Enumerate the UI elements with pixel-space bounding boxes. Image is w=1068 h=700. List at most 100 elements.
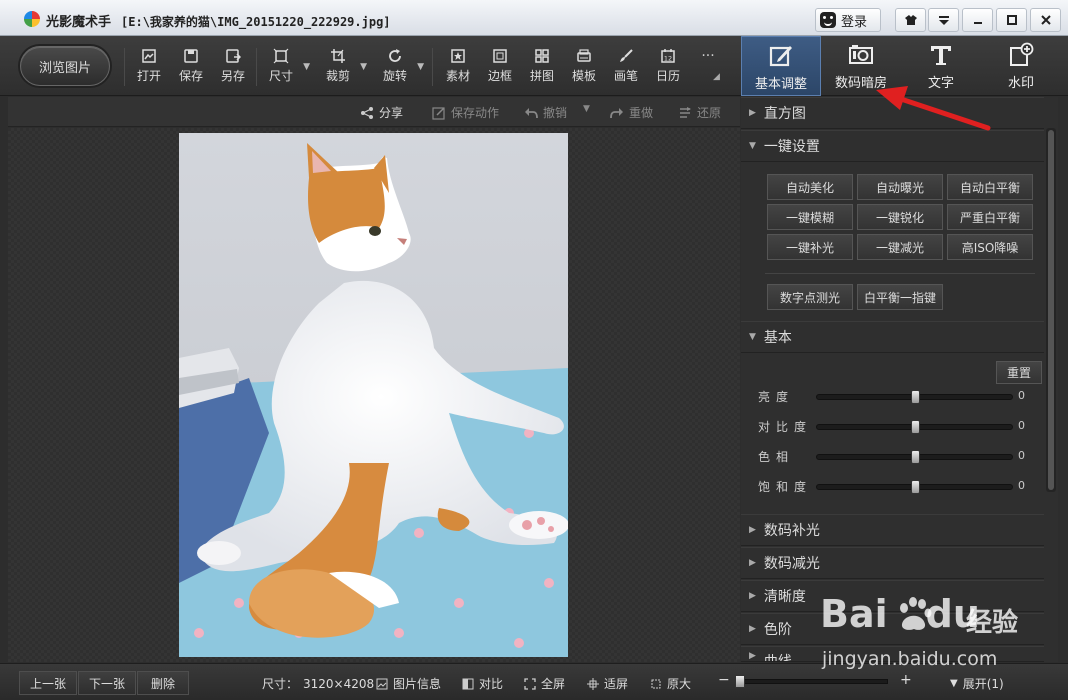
save-button[interactable]: 保存	[174, 46, 208, 90]
login-button[interactable]: 登录	[815, 8, 881, 32]
white-balance-picker-button[interactable]: 白平衡一指键	[857, 284, 943, 310]
undo-icon	[525, 107, 538, 118]
undo-dropdown-icon[interactable]: ▼	[583, 104, 590, 114]
zoom-slider[interactable]	[735, 675, 888, 688]
watermark-jingyan: 经验	[966, 608, 1019, 638]
fit-screen-label: 适屏	[604, 677, 629, 691]
redo-button[interactable]: 重做	[610, 104, 653, 121]
tab-watermark-label: 水印	[1007, 76, 1034, 91]
undo-label: 撤销	[543, 106, 568, 120]
auto-white-balance-button[interactable]: 自动白平衡	[947, 174, 1033, 200]
compare-label: 对比	[479, 677, 504, 691]
auto-exposure-button[interactable]: 自动曝光	[857, 174, 943, 200]
saturation-slider[interactable]	[816, 480, 1013, 494]
crop-button[interactable]: 裁剪 ▼	[321, 46, 367, 90]
calendar-button[interactable]: 12 日历	[651, 46, 685, 90]
close-button[interactable]	[1030, 8, 1061, 32]
save-as-button[interactable]: 另存	[216, 46, 250, 90]
watermark-url: jingyan.baidu.com	[822, 648, 998, 670]
compare-button[interactable]: 对比	[462, 675, 503, 692]
image-info-icon	[376, 678, 388, 689]
save-icon	[184, 49, 198, 63]
template-button[interactable]: 模板	[567, 46, 601, 90]
brightness-slider[interactable]	[816, 390, 1013, 404]
collage-label: 拼图	[529, 69, 554, 83]
reset-button[interactable]: 重置	[996, 361, 1042, 384]
skin-button[interactable]	[895, 8, 926, 32]
section-basic[interactable]: ▼ 基本	[741, 321, 1044, 353]
rotate-button[interactable]: 旋转 ▼	[378, 46, 424, 90]
hue-slider-handle[interactable]	[910, 450, 920, 464]
chevron-right-icon: ▶	[749, 624, 756, 634]
one-click-sharpen-button[interactable]: 一键锐化	[857, 204, 943, 230]
collage-button[interactable]: 拼图	[525, 46, 559, 90]
one-click-reduce-light-button[interactable]: 一键减光	[857, 234, 943, 260]
previous-image-button[interactable]: 上一张	[19, 671, 77, 695]
border-button[interactable]: 边框	[483, 46, 517, 90]
browse-images-button[interactable]: 浏览图片	[20, 46, 110, 86]
high-iso-denoise-button[interactable]: 高ISO降噪	[947, 234, 1033, 260]
original-size-button[interactable]: 原大	[650, 675, 691, 692]
spot-metering-button[interactable]: 数字点测光	[767, 284, 853, 310]
contrast-label: 对比度	[758, 420, 813, 434]
saturation-slider-handle[interactable]	[910, 480, 920, 494]
fit-screen-button[interactable]: 适屏	[587, 675, 628, 692]
auto-enhance-button[interactable]: 自动美化	[767, 174, 853, 200]
more-dropdown-icon: ◢	[713, 72, 720, 82]
skin-icon	[904, 15, 917, 25]
save-action-icon	[432, 106, 445, 120]
calendar-day: 12	[664, 55, 672, 63]
restore-icon	[680, 106, 691, 118]
contrast-slider[interactable]	[816, 420, 1013, 434]
panel-scrollbar[interactable]	[1046, 128, 1056, 492]
one-click-blur-button[interactable]: 一键模糊	[767, 204, 853, 230]
delete-button[interactable]: 删除	[137, 671, 189, 695]
hue-slider[interactable]	[816, 450, 1013, 464]
zoom-slider-handle[interactable]	[735, 675, 745, 688]
image-size-value: 3120×4208	[303, 676, 375, 691]
section-label: 数码减光	[763, 556, 820, 572]
fullscreen-button[interactable]: 全屏	[524, 675, 565, 692]
saturation-value: 0	[1018, 479, 1025, 492]
toolbar-divider	[124, 48, 125, 86]
more-tools-button[interactable]: ··· ◢	[695, 46, 721, 90]
rotate-dropdown-icon[interactable]: ▼	[417, 62, 424, 72]
zoom-in-button[interactable]: +	[900, 672, 912, 688]
login-label: 登录	[841, 14, 868, 30]
next-image-button[interactable]: 下一张	[78, 671, 136, 695]
section-label: 曲线	[763, 654, 792, 662]
open-button[interactable]: 打开	[132, 46, 166, 90]
resize-dropdown-icon[interactable]: ▼	[303, 62, 310, 72]
open-icon	[142, 49, 156, 63]
brightness-slider-handle[interactable]	[910, 390, 920, 404]
saturation-label: 饱和度	[758, 480, 813, 494]
brush-button[interactable]: 画笔	[609, 46, 643, 90]
section-label: 清晰度	[763, 589, 806, 605]
save-action-button[interactable]: 保存动作	[432, 104, 499, 121]
image-size-label: 尺寸：	[262, 677, 299, 691]
severe-white-balance-button[interactable]: 严重白平衡	[947, 204, 1033, 230]
zoom-out-button[interactable]: −	[718, 672, 730, 688]
crop-dropdown-icon[interactable]: ▼	[360, 62, 367, 72]
template-icon	[577, 49, 591, 62]
share-button[interactable]: 分享	[360, 104, 403, 121]
material-button[interactable]: 素材	[441, 46, 475, 90]
resize-button[interactable]: 尺寸 ▼	[264, 46, 310, 90]
menu-button[interactable]	[928, 8, 959, 32]
minimize-icon	[973, 22, 982, 24]
restore-button[interactable]: 还原	[678, 104, 721, 121]
undo-button[interactable]: 撤销	[524, 104, 567, 121]
section-digital-reduce-light[interactable]: ▶ 数码减光	[741, 547, 1044, 579]
tab-basic-adjust[interactable]: 基本调整	[741, 36, 821, 96]
restore-label: 还原	[697, 106, 722, 120]
paw-icon	[900, 597, 932, 630]
crop-icon	[331, 49, 345, 63]
expand-filmstrip-button[interactable]: ▼ 展开(1)	[950, 675, 1004, 692]
section-digital-fill-light[interactable]: ▶ 数码补光	[741, 514, 1044, 546]
one-click-fill-light-button[interactable]: 一键补光	[767, 234, 853, 260]
minimize-button[interactable]	[962, 8, 993, 32]
image-size-info: 尺寸： 3120×4208	[262, 675, 374, 692]
image-info-button[interactable]: 图片信息	[376, 675, 441, 692]
contrast-slider-handle[interactable]	[910, 420, 920, 434]
maximize-button[interactable]	[996, 8, 1027, 32]
